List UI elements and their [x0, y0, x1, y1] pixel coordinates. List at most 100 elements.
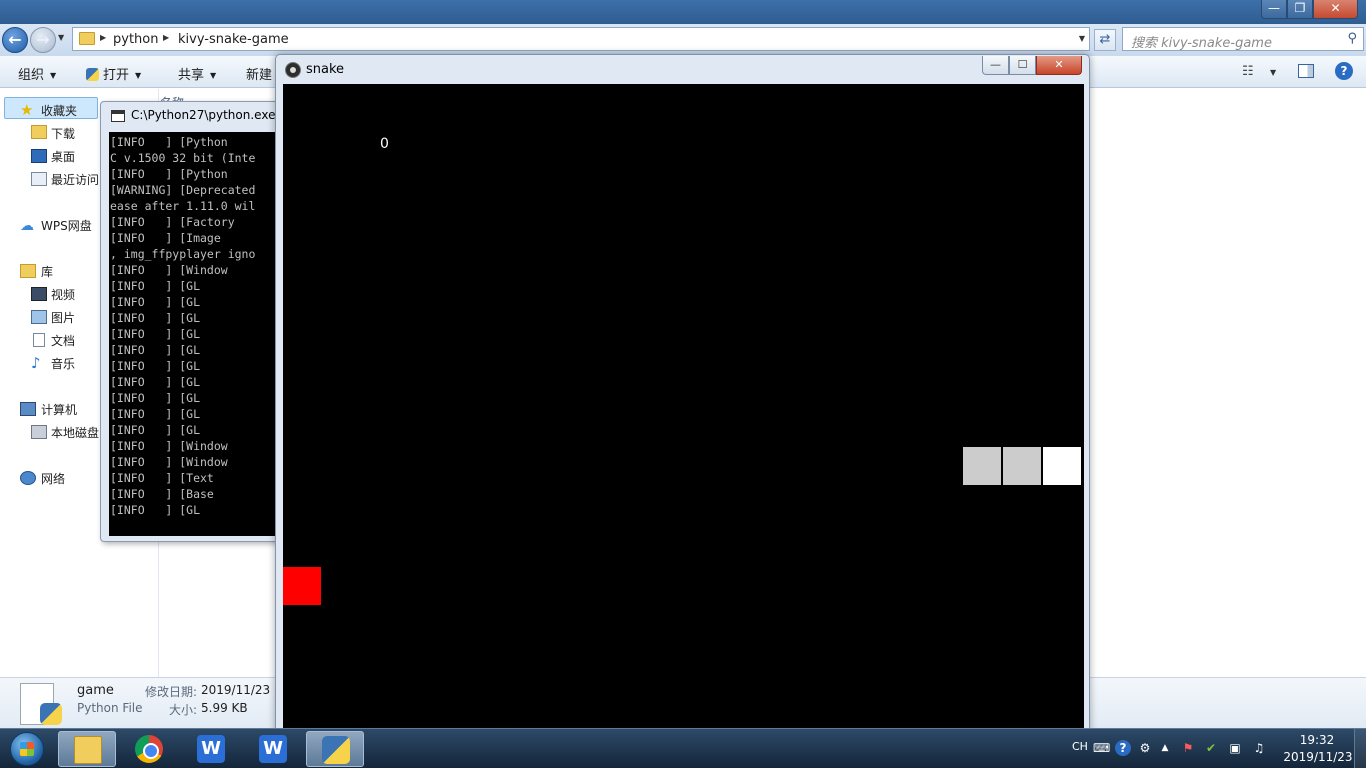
show-hidden-icons-icon[interactable]: ▲ — [1157, 740, 1173, 756]
explorer-minimize-button[interactable]: — — [1261, 0, 1287, 19]
console-output[interactable]: [INFO ] [Python C v.1500 32 bit (Inte [I… — [109, 132, 299, 536]
folder-icon — [79, 32, 95, 45]
help-tray-icon[interactable]: ? — [1115, 740, 1131, 756]
details-size-label: 大小: — [169, 703, 198, 717]
action-center-icon[interactable]: ⚑ — [1180, 740, 1196, 756]
explorer-maximize-button[interactable]: ❐ — [1287, 0, 1313, 19]
nav-computer[interactable]: 计算机 — [41, 401, 77, 418]
word-icon: W — [259, 735, 287, 763]
refresh-button[interactable]: ⇄ — [1094, 29, 1116, 51]
nav-downloads[interactable]: 下载 — [51, 125, 75, 142]
snake-close-button[interactable]: ✕ — [1036, 56, 1082, 75]
chevron-right-icon[interactable]: ▶ — [163, 33, 169, 42]
clock-date[interactable]: 2019/11/23 — [1278, 750, 1358, 764]
caret-down-icon[interactable]: ▼ — [1270, 68, 1276, 77]
nav-music[interactable]: 音乐 — [51, 355, 75, 372]
taskbar-app-chrome[interactable] — [120, 731, 178, 767]
nav-recent[interactable]: 最近访问 — [51, 171, 99, 188]
console-line: [INFO ] [GL — [110, 327, 201, 341]
library-icon — [20, 264, 36, 278]
snake-minimize-button[interactable]: — — [982, 56, 1009, 75]
clock-time[interactable]: 19:32 — [1297, 733, 1337, 747]
console-line: [INFO ] [Factory — [110, 215, 235, 229]
help-icon[interactable]: ? — [1335, 62, 1353, 80]
address-bar[interactable]: ▶ python ▶ kivy-snake-game ▼ — [72, 27, 1090, 51]
keyboard-icon[interactable]: ⌨ — [1093, 740, 1110, 756]
start-button[interactable] — [2, 730, 52, 768]
details-modified-value: 2019/11/23 1 — [201, 683, 282, 697]
explorer-close-button[interactable]: ✕ — [1313, 0, 1358, 19]
snake-body-segment — [963, 447, 1001, 485]
console-line: [INFO ] [GL — [110, 391, 201, 405]
organize-menu[interactable]: 组织 ▼ — [18, 64, 56, 83]
nav-documents[interactable]: 文档 — [51, 332, 75, 349]
console-line: C v.1500 32 bit (Inte — [110, 151, 256, 165]
console-window[interactable]: C:\Python27\python.exe [INFO ] [Python C… — [100, 101, 300, 542]
windows-logo-icon — [10, 732, 44, 766]
console-line: [INFO ] [GL — [110, 279, 201, 293]
security-icon[interactable]: ✔ — [1203, 740, 1219, 756]
view-options-icon[interactable]: ☷ — [1242, 64, 1254, 79]
cloud-icon: ☁ — [20, 218, 34, 234]
nav-videos[interactable]: 视频 — [51, 286, 75, 303]
wps-icon: W — [197, 735, 225, 763]
nav-pictures[interactable]: 图片 — [51, 309, 75, 326]
open-menu[interactable]: 打开 ▼ — [86, 64, 141, 83]
nav-libraries[interactable]: 库 — [41, 263, 53, 280]
history-dropdown-icon[interactable]: ▼ — [58, 33, 64, 42]
search-input[interactable]: 搜索 kivy-snake-game ⚲ — [1122, 27, 1364, 51]
nav-desktop[interactable]: 桌面 — [51, 148, 75, 165]
ime-settings-icon[interactable]: ⚙ — [1137, 740, 1153, 756]
taskbar-app-python[interactable] — [306, 731, 364, 767]
console-line: [INFO ] [GL — [110, 503, 201, 517]
taskbar-app-wps[interactable]: W — [182, 731, 240, 767]
chrome-icon — [135, 735, 163, 763]
console-line: [INFO ] [Base — [110, 487, 214, 501]
search-placeholder: 搜索 kivy-snake-game — [1131, 36, 1272, 51]
game-canvas[interactable]: 0 — [283, 84, 1084, 755]
snake-maximize-button[interactable]: ☐ — [1009, 56, 1036, 75]
nav-wps-drive[interactable]: WPS网盘 — [41, 217, 92, 234]
volume-icon[interactable]: ♫ — [1251, 740, 1267, 756]
python-file-icon — [40, 703, 62, 725]
console-line: [INFO ] [GL — [110, 311, 201, 325]
nav-local-disk[interactable]: 本地磁盘 — [51, 424, 99, 441]
console-icon — [111, 110, 125, 122]
chevron-right-icon[interactable]: ▶ — [100, 33, 106, 42]
snake-head — [1043, 447, 1081, 485]
network-icon — [20, 471, 36, 485]
console-line: [WARNING] [Deprecated — [110, 183, 256, 197]
breadcrumb-python[interactable]: python — [113, 32, 158, 47]
console-line: [INFO ] [GL — [110, 375, 201, 389]
new-folder-button[interactable]: 新建 — [246, 64, 272, 83]
taskbar-app-word[interactable]: W — [244, 731, 302, 767]
breadcrumb-kivy-snake-game[interactable]: kivy-snake-game — [178, 32, 289, 47]
console-line: , img_ffpyplayer igno — [110, 247, 256, 261]
details-file-name: game — [77, 683, 114, 698]
nav-network[interactable]: 网络 — [41, 470, 65, 487]
pictures-icon — [31, 310, 47, 324]
python-icon — [322, 736, 350, 764]
address-dropdown-icon[interactable]: ▼ — [1079, 34, 1085, 43]
share-menu[interactable]: 共享 ▼ — [178, 64, 216, 83]
input-language-indicator[interactable]: CH — [1072, 740, 1088, 753]
taskbar: W W CH ⌨ ? ⚙ ▲ ⚑ ✔ ▣ ♫ 19:32 2019/11/23 — [0, 728, 1366, 768]
console-line: [INFO ] [Window — [110, 455, 228, 469]
forward-button[interactable]: → — [30, 27, 56, 53]
show-desktop-button[interactable] — [1354, 729, 1366, 768]
nav-favorites[interactable]: 收藏夹 — [41, 102, 77, 119]
network-tray-icon[interactable]: ▣ — [1227, 740, 1243, 756]
preview-pane-icon[interactable] — [1298, 64, 1314, 78]
console-line: [INFO ] [GL — [110, 359, 201, 373]
kivy-icon — [285, 62, 301, 78]
downloads-folder-icon — [31, 125, 47, 139]
console-line: [INFO ] [GL — [110, 343, 201, 357]
caret-down-icon: ▼ — [210, 71, 217, 80]
search-icon[interactable]: ⚲ — [1347, 31, 1357, 46]
taskbar-app-explorer[interactable] — [58, 731, 116, 767]
snake-window[interactable]: snake — ☐ ✕ 0 — [275, 54, 1090, 755]
console-line: ease after 1.11.0 wil — [110, 199, 256, 213]
back-button[interactable]: ← — [2, 27, 28, 53]
python-icon — [86, 68, 99, 81]
snake-body-segment — [1003, 447, 1041, 485]
